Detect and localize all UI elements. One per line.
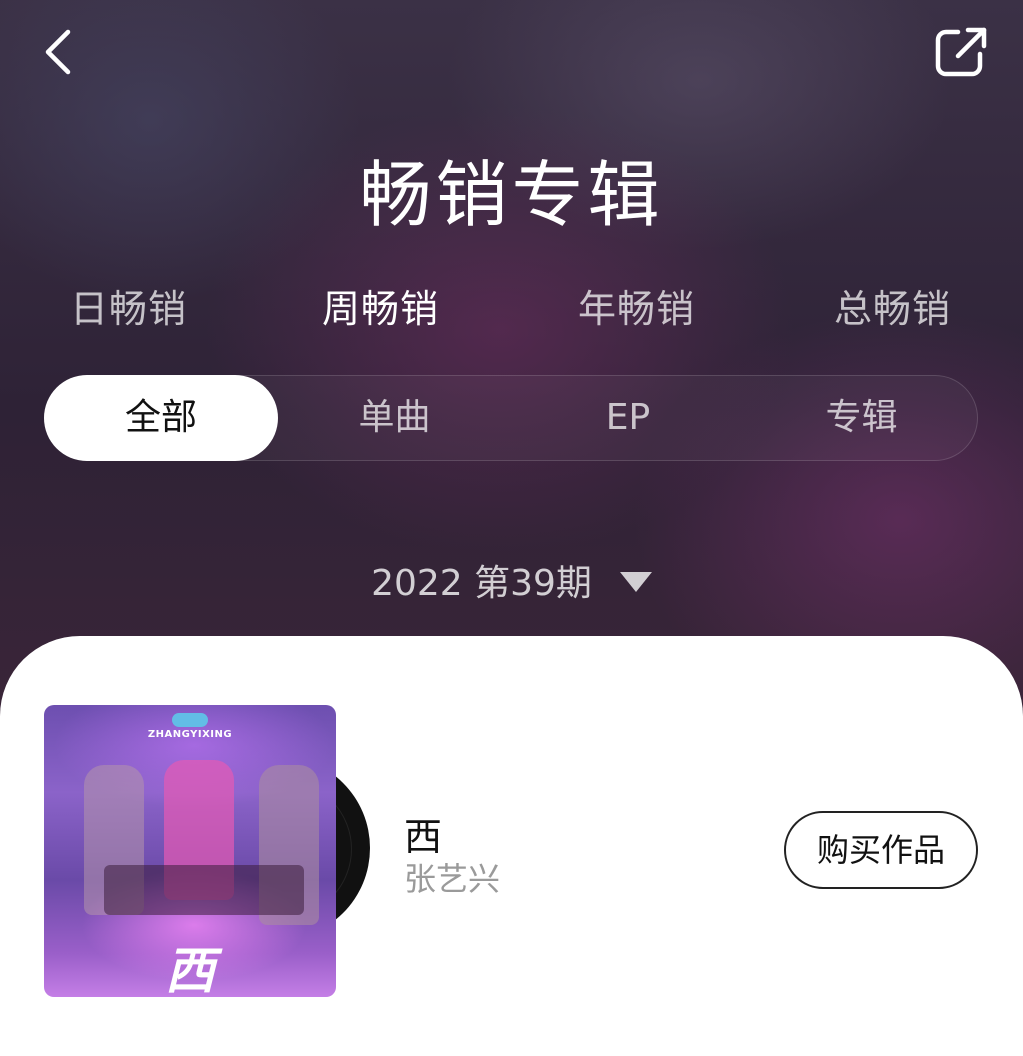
type-filter: 全部 单曲 EP 专辑 [44, 375, 978, 461]
album-cover[interactable]: ZHANGYIXING 西 [44, 705, 336, 997]
tab-total[interactable]: 总畅销 [834, 278, 951, 333]
chevron-left-icon[interactable] [38, 26, 82, 78]
artist-name[interactable]: 张艺兴 [404, 854, 500, 900]
cover-car [104, 865, 304, 915]
buy-button[interactable]: 购买作品 [784, 811, 978, 889]
cover-glyph: 西 [165, 941, 215, 997]
period-selector[interactable]: 2022 第39期 [0, 554, 1023, 606]
tab-weekly[interactable]: 周畅销 [322, 278, 439, 333]
filter-single[interactable]: 单曲 [278, 376, 511, 460]
tab-daily[interactable]: 日畅销 [70, 278, 187, 333]
caret-down-icon [619, 572, 652, 592]
cover-brand-text: ZHANGYIXING [147, 729, 233, 740]
filter-album[interactable]: 专辑 [745, 376, 978, 460]
period-label: 2022 第39期 [371, 563, 592, 604]
cover-logo-badge [172, 713, 208, 727]
filter-ep[interactable]: EP [511, 376, 745, 460]
tab-yearly[interactable]: 年畅销 [578, 278, 695, 333]
share-external-icon[interactable] [934, 26, 990, 78]
album-title[interactable]: 西 [404, 806, 442, 861]
filter-all[interactable]: 全部 [44, 375, 278, 461]
period-tabs: 日畅销 周畅销 年畅销 总畅销 [0, 278, 1023, 332]
page-title: 畅销专辑 [359, 153, 664, 237]
